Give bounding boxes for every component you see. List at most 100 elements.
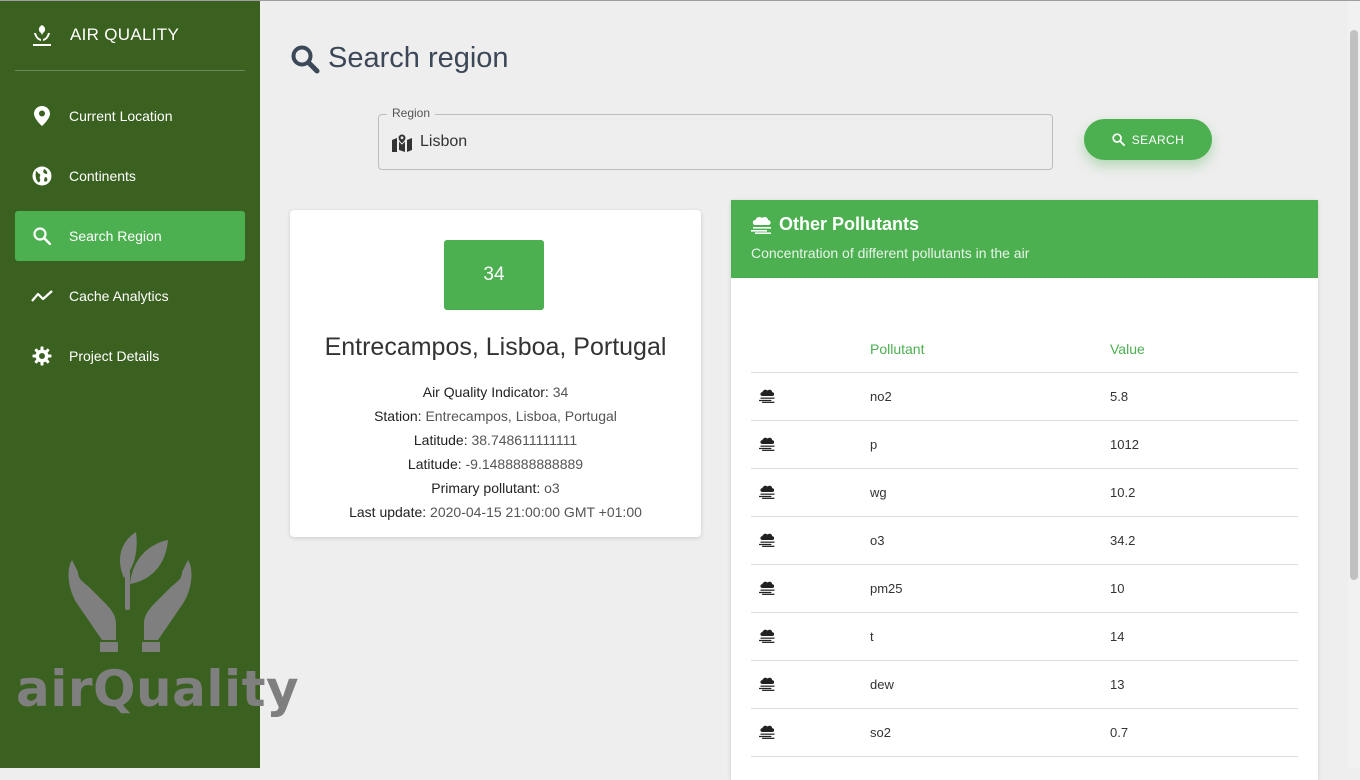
- table-row: no2 5.8: [751, 372, 1298, 421]
- sidebar-item-label: Search Region: [69, 228, 162, 244]
- table-row: o3 34.2: [751, 516, 1298, 565]
- pollutant-value: 10: [1109, 564, 1298, 613]
- pollutant-name: so2: [869, 708, 1109, 757]
- map-marker-icon: [392, 134, 412, 152]
- detail-key: Latitude:: [413, 432, 468, 448]
- smog-icon: [751, 216, 771, 234]
- pollutants-title-text: Other Pollutants: [779, 214, 920, 234]
- detail-last-update: Last update: 2020-04-15 21:00:00 GMT +01…: [290, 500, 701, 524]
- table-row: so2 0.7: [751, 708, 1298, 757]
- search-button-label: SEARCH: [1131, 132, 1185, 147]
- detail-value: 38.748611111111: [471, 432, 578, 448]
- detail-key: Last update:: [349, 504, 427, 520]
- row-icon-cell: [751, 564, 869, 613]
- row-icon-cell: [751, 516, 869, 565]
- aqi-badge: 34: [444, 240, 544, 310]
- station-name: Entrecampos, Lisboa, Portugal: [324, 333, 667, 361]
- smog-icon: [759, 533, 775, 547]
- pollutant-value: 34.2: [1109, 516, 1298, 565]
- scrollbar-thumb[interactable]: [1350, 30, 1358, 580]
- page-title: Search region: [290, 42, 509, 75]
- pollutant-value: 10.2: [1109, 468, 1298, 517]
- detail-value: o3: [544, 480, 560, 496]
- pollutants-table-body: no2 5.8 p 1012 wg 10.2 o3 34.2 pm25 10 t 14 dew 13 so2…: [751, 372, 1298, 757]
- pollutant-name: pm25: [869, 564, 1109, 613]
- row-icon-cell: [751, 612, 869, 661]
- detail-key: Primary pollutant:: [431, 480, 541, 496]
- gear-icon: [31, 345, 53, 367]
- sidebar-item-search-region[interactable]: Search Region: [15, 211, 245, 261]
- globe-icon: [31, 165, 53, 187]
- table-row: p 1012: [751, 420, 1298, 469]
- table-row: t 14: [751, 612, 1298, 661]
- detail-key: Latitude:: [407, 456, 462, 472]
- detail-key: Station:: [374, 408, 422, 424]
- pollutant-value: 1012: [1109, 420, 1298, 469]
- smog-icon: [759, 581, 775, 595]
- detail-value: Entrecampos, Lisboa, Portugal: [425, 408, 617, 424]
- pollutants-table: Pollutant Value no2 5.8 p 1012 wg 10.2 o3 34.2 p…: [751, 326, 1298, 757]
- detail-longitude: Latitude: -9.1488888888889: [290, 452, 701, 476]
- pollutant-name: dew: [869, 660, 1109, 709]
- sidebar-watermark-logo: airQuality: [12, 520, 299, 730]
- smog-icon: [759, 437, 775, 451]
- pollutant-name: no2: [869, 372, 1109, 421]
- detail-station: Station: Entrecampos, Lisboa, Portugal: [290, 404, 701, 428]
- row-icon-cell: [751, 468, 869, 517]
- row-icon-cell: [751, 660, 869, 709]
- detail-value: 34: [552, 384, 569, 400]
- row-icon-cell: [751, 372, 869, 421]
- sidebar-item-label: Continents: [69, 168, 136, 184]
- scrollbar[interactable]: [1348, 0, 1360, 768]
- sidebar-divider: [15, 70, 245, 71]
- sidebar-nav: Current Location Continents Search Regio…: [0, 91, 260, 381]
- smog-icon: [759, 389, 775, 403]
- pollutant-value: 13: [1109, 660, 1298, 709]
- search-icon: [291, 45, 320, 73]
- trending-icon: [31, 285, 53, 307]
- location-pin-icon: [31, 105, 53, 127]
- app-logo-icon: [33, 25, 51, 46]
- detail-value: -9.1488888888889: [465, 456, 584, 472]
- row-icon-cell: [751, 420, 869, 469]
- detail-value: 2020-04-15 21:00:00 GMT +01:00: [430, 504, 642, 520]
- search-icon: [1112, 133, 1125, 146]
- column-header-icon: [751, 326, 869, 373]
- smog-icon: [759, 629, 775, 643]
- pollutant-value: 0.7: [1109, 708, 1298, 757]
- region-field[interactable]: Region: [378, 106, 1053, 170]
- page-title-text: Search region: [328, 42, 509, 74]
- brand[interactable]: AIR QUALITY: [0, 0, 260, 70]
- smog-icon: [759, 725, 775, 739]
- smog-icon: [759, 677, 775, 691]
- sidebar-item-project-details[interactable]: Project Details: [15, 331, 245, 381]
- column-header-value: Value: [1109, 326, 1298, 373]
- sidebar-item-current-location[interactable]: Current Location: [15, 91, 245, 141]
- sidebar-item-label: Cache Analytics: [69, 288, 169, 304]
- detail-key: Air Quality Indicator:: [422, 384, 549, 400]
- column-header-pollutant: Pollutant: [869, 326, 1109, 373]
- pollutant-name: wg: [869, 468, 1109, 517]
- table-row: pm25 10: [751, 564, 1298, 613]
- table-row: wg 10.2: [751, 468, 1298, 517]
- region-input[interactable]: [418, 130, 1018, 154]
- detail-latitude: Latitude: 38.748611111111: [290, 428, 701, 452]
- pollutant-name: t: [869, 612, 1109, 661]
- pollutant-value: 5.8: [1109, 372, 1298, 421]
- pollutant-name: o3: [869, 516, 1109, 565]
- sidebar-item-cache-analytics[interactable]: Cache Analytics: [15, 271, 245, 321]
- hands-leaf-icon: [68, 532, 192, 652]
- search-icon: [31, 225, 53, 247]
- pollutants-title: Other Pollutants: [751, 214, 1298, 235]
- watermark-text: airQuality: [16, 660, 300, 718]
- pollutants-header: Other Pollutants Concentration of differ…: [731, 200, 1318, 278]
- window-top-border: [0, 0, 1360, 1]
- detail-aqi: Air Quality Indicator: 34: [290, 380, 701, 404]
- main-content: Search region Region SEARCH 34 Entrecamp…: [260, 0, 1360, 780]
- smog-icon: [759, 485, 775, 499]
- sidebar-item-continents[interactable]: Continents: [15, 151, 245, 201]
- sidebar-item-label: Project Details: [69, 348, 160, 364]
- pollutant-name: p: [869, 420, 1109, 469]
- sidebar-item-label: Current Location: [69, 108, 173, 124]
- search-button[interactable]: SEARCH: [1084, 119, 1212, 160]
